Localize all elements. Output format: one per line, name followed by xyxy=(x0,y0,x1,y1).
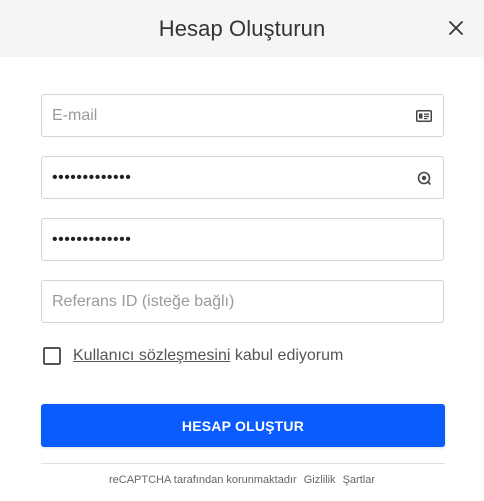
close-button[interactable] xyxy=(444,16,468,40)
id-card-icon xyxy=(415,107,433,125)
agreement-row: Kullanıcı sözleşmesini kabul ediyorum xyxy=(43,347,343,365)
password-input[interactable] xyxy=(42,157,443,198)
create-account-button[interactable]: HESAP OLUŞTUR xyxy=(41,404,445,447)
eye-icon[interactable] xyxy=(415,169,433,187)
recaptcha-notice: reCAPTCHA tarafından korunmaktadır Gizli… xyxy=(0,474,484,486)
privacy-link[interactable]: Gizlilik xyxy=(304,474,336,486)
referral-field-wrapper xyxy=(41,280,444,323)
email-input[interactable] xyxy=(42,95,443,136)
password-field-wrapper xyxy=(41,156,444,199)
close-icon xyxy=(449,21,463,35)
email-field-wrapper xyxy=(41,94,444,137)
password-confirm-field-wrapper xyxy=(41,218,444,261)
footer-divider xyxy=(41,463,445,464)
agree-checkbox[interactable] xyxy=(43,347,61,365)
terms-link[interactable]: Şartlar xyxy=(343,474,375,486)
agreement-text: kabul ediyorum xyxy=(234,347,344,364)
modal-header: Hesap Oluşturun xyxy=(0,0,484,57)
user-agreement-link[interactable]: Kullanıcı sözleşmesini xyxy=(73,347,230,364)
agreement-label: Kullanıcı sözleşmesini kabul ediyorum xyxy=(73,347,343,365)
recaptcha-text: reCAPTCHA tarafından korunmaktadır xyxy=(108,474,297,486)
password-confirm-input[interactable] xyxy=(42,219,443,260)
modal-title: Hesap Oluşturun xyxy=(158,15,326,41)
referral-id-input[interactable] xyxy=(42,281,443,322)
